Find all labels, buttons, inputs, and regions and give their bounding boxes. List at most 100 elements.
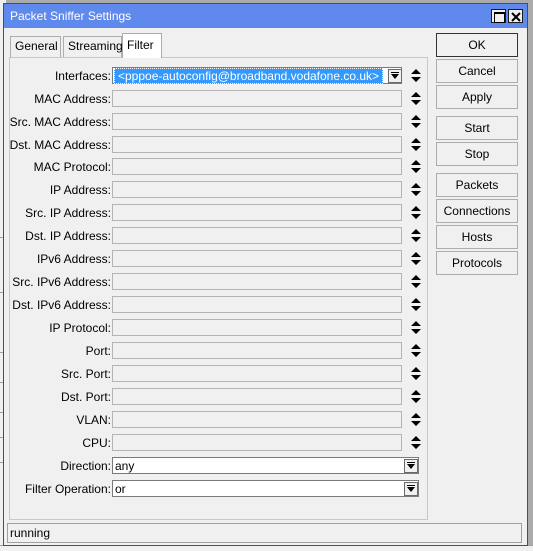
dst-ipv6-address-label: Dst. IPv6 Address:	[12, 298, 111, 312]
src-ip-address-label: Src. IP Address:	[25, 206, 111, 220]
stop-button[interactable]: Stop	[436, 142, 518, 166]
interfaces-label: Interfaces:	[54, 69, 111, 83]
interfaces-value: <pppoe-autoconfig@broadband.vodafone.co.…	[114, 68, 384, 84]
vlan-label: VLAN:	[76, 413, 111, 427]
src-ipv6-address-field[interactable]	[112, 273, 402, 290]
updown-icon[interactable]	[410, 412, 422, 427]
dst-mac-address-row: Dst. MAC Address:	[10, 136, 429, 153]
ip-protocol-field[interactable]	[112, 319, 402, 336]
ip-address-row: IP Address:	[10, 181, 429, 198]
status-text: running	[10, 526, 51, 540]
dst-port-field[interactable]	[112, 388, 402, 405]
ipv6-address-row: IPv6 Address:	[10, 250, 429, 267]
cpu-row: CPU:	[10, 434, 429, 451]
port-row: Port:	[10, 342, 429, 359]
direction-value: any	[115, 459, 135, 473]
filter-panel: Interfaces: <pppoe-autoconfig@broadband.…	[9, 57, 428, 520]
filter-operation-select[interactable]: or	[112, 480, 419, 497]
ok-button[interactable]: OK	[436, 33, 518, 57]
filter-operation-label: Filter Operation:	[24, 482, 111, 496]
direction-select[interactable]: any	[112, 457, 419, 474]
cancel-button[interactable]: Cancel	[436, 59, 518, 83]
vlan-field[interactable]	[112, 411, 402, 428]
tab-general[interactable]: General	[10, 36, 61, 57]
window-title: Packet Sniffer Settings	[10, 9, 132, 23]
updown-icon[interactable]	[410, 343, 422, 358]
src-ipv6-address-label: Src. IPv6 Address:	[12, 275, 111, 289]
packet-sniffer-settings-window: Packet Sniffer Settings General Streamin…	[3, 3, 528, 546]
src-mac-address-row: Src. MAC Address:	[10, 113, 429, 130]
dst-ip-address-field[interactable]	[112, 227, 402, 244]
src-ip-address-field[interactable]	[112, 204, 402, 221]
dropdown-arrow-icon	[407, 485, 415, 492]
ipv6-address-label: IPv6 Address:	[36, 252, 111, 266]
start-button[interactable]: Start	[436, 116, 518, 140]
dst-ipv6-address-field[interactable]	[112, 296, 402, 313]
cpu-field[interactable]	[112, 434, 402, 451]
updown-icon[interactable]	[410, 137, 422, 152]
src-port-row: Src. Port:	[10, 365, 429, 382]
updown-icon[interactable]	[410, 366, 422, 381]
mac-protocol-row: MAC Protocol:	[10, 158, 429, 175]
cpu-label: CPU:	[82, 436, 111, 450]
dst-ip-address-label: Dst. IP Address:	[25, 229, 111, 243]
src-ipv6-address-row: Src. IPv6 Address:	[10, 273, 429, 290]
updown-icon[interactable]	[410, 297, 422, 312]
ip-address-label: IP Address:	[49, 183, 111, 197]
apply-button[interactable]: Apply	[436, 85, 518, 109]
connections-button[interactable]: Connections	[436, 199, 518, 223]
ip-protocol-label: IP Protocol:	[49, 321, 111, 335]
dst-mac-address-label: Dst. MAC Address:	[9, 138, 111, 152]
dropdown-arrow-icon	[407, 462, 415, 469]
status-bar: running	[7, 523, 522, 543]
updown-icon[interactable]	[410, 159, 422, 174]
interfaces-dropdown-button[interactable]	[388, 69, 402, 83]
filter-operation-row: Filter Operation: or	[10, 480, 429, 497]
tab-streaming[interactable]: Streaming	[63, 36, 123, 57]
direction-row: Direction: any	[10, 457, 429, 474]
port-field[interactable]	[112, 342, 402, 359]
updown-icon[interactable]	[410, 228, 422, 243]
dst-mac-address-field[interactable]	[112, 136, 402, 153]
close-icon	[511, 12, 521, 22]
ip-address-field[interactable]	[112, 181, 402, 198]
dst-ipv6-address-row: Dst. IPv6 Address:	[10, 296, 429, 313]
title-bar: Packet Sniffer Settings	[4, 4, 527, 28]
ipv6-address-field[interactable]	[112, 250, 402, 267]
direction-dropdown-button[interactable]	[404, 459, 418, 473]
tab-filter[interactable]: Filter	[122, 33, 162, 58]
src-ip-address-row: Src. IP Address:	[10, 204, 429, 221]
dropdown-arrow-icon	[391, 72, 399, 79]
updown-icon[interactable]	[410, 114, 422, 129]
updown-icon[interactable]	[410, 91, 422, 106]
dst-ip-address-row: Dst. IP Address:	[10, 227, 429, 244]
filter-operation-dropdown-button[interactable]	[404, 482, 418, 496]
mac-address-label: MAC Address:	[34, 92, 111, 106]
updown-icon[interactable]	[410, 320, 422, 335]
mac-address-row: MAC Address:	[10, 90, 429, 107]
maximize-button[interactable]	[491, 9, 506, 23]
updown-icon[interactable]	[410, 389, 422, 404]
add-remove-updown-icon[interactable]	[410, 68, 422, 83]
updown-icon[interactable]	[410, 182, 422, 197]
mac-protocol-label: MAC Protocol:	[33, 160, 111, 174]
hosts-button[interactable]: Hosts	[436, 225, 518, 249]
dst-port-label: Dst. Port:	[60, 390, 111, 404]
interfaces-field[interactable]: <pppoe-autoconfig@broadband.vodafone.co.…	[112, 67, 402, 84]
filter-operation-value: or	[115, 482, 126, 496]
interfaces-row: Interfaces: <pppoe-autoconfig@broadband.…	[10, 67, 429, 84]
updown-icon[interactable]	[410, 205, 422, 220]
updown-icon[interactable]	[410, 274, 422, 289]
src-port-field[interactable]	[112, 365, 402, 382]
src-port-label: Src. Port:	[60, 367, 111, 381]
vlan-row: VLAN:	[10, 411, 429, 428]
mac-address-field[interactable]	[112, 90, 402, 107]
mac-protocol-field[interactable]	[112, 158, 402, 175]
updown-icon[interactable]	[410, 251, 422, 266]
updown-icon[interactable]	[410, 435, 422, 450]
src-mac-address-field[interactable]	[112, 113, 402, 130]
port-label: Port:	[85, 344, 111, 358]
protocols-button[interactable]: Protocols	[436, 251, 518, 275]
close-button[interactable]	[508, 9, 523, 23]
packets-button[interactable]: Packets	[436, 173, 518, 197]
